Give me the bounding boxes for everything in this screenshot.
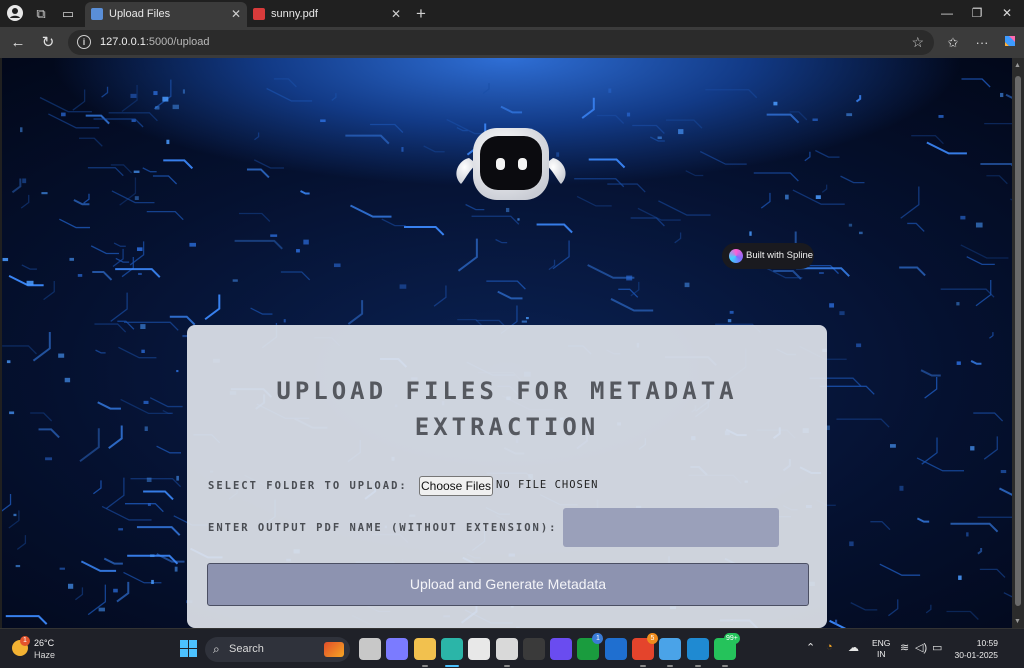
tab-title: Upload Files (109, 8, 171, 20)
pdf-favicon-icon (253, 8, 265, 20)
weather-temp: 26°C (34, 638, 55, 648)
copilot-icon[interactable] (386, 638, 409, 660)
more-menu-icon[interactable]: ··· (972, 33, 992, 53)
choose-files-button[interactable]: Choose Files (419, 476, 493, 496)
pdf-name-input[interactable] (563, 508, 779, 547)
address-bar[interactable]: i 127.0.0.1:5000/upload ☆ (68, 30, 934, 55)
new-tab-icon[interactable]: + (411, 4, 431, 24)
clock-time: 10:59 (976, 638, 998, 648)
running-indicator (444, 665, 459, 667)
running-indicator (640, 665, 646, 667)
running-indicator (667, 665, 674, 667)
microsoft-store-icon[interactable] (468, 638, 491, 660)
page-viewport: Built with Spline UPLOAD FILES FOR METAD… (2, 58, 1012, 628)
select-folder-label: SELECT FOLDER TO UPLOAD: (208, 480, 408, 492)
chatgpt-icon[interactable] (495, 638, 518, 660)
close-tab-icon[interactable]: ✕ (231, 2, 241, 26)
windows-taskbar: 1 26°C Haze ⌕ Search 1 5 99+ ⌃ ◔ ☁ ENG IN … (0, 628, 1024, 668)
show-hidden-icons-icon[interactable]: ⌃ (806, 641, 815, 654)
weather-widget[interactable]: 1 26°C Haze (12, 636, 72, 662)
xbox-icon[interactable]: 1 (577, 633, 604, 660)
favorites-icon[interactable]: ✩ (943, 33, 963, 53)
refresh-icon[interactable]: ↻ (37, 32, 59, 54)
spline-logo-icon (729, 249, 743, 263)
update-icon[interactable]: ◔ (826, 641, 833, 653)
notepad-icon[interactable] (659, 638, 682, 660)
close-tab-icon[interactable]: ✕ (391, 2, 401, 26)
input-language[interactable]: ENG IN (872, 638, 890, 660)
chrome-icon[interactable]: 5 (632, 633, 658, 660)
weather-condition: Haze (34, 650, 56, 660)
notification-badge: 1 (592, 633, 604, 644)
scroll-down-icon[interactable]: ▼ (1014, 618, 1021, 625)
built-with-spline-badge[interactable]: Built with Spline (722, 243, 814, 269)
clock-date: 30-01-2025 (954, 650, 998, 660)
running-indicator (503, 665, 510, 667)
notification-badge: 99+ (724, 633, 740, 644)
profile-icon[interactable] (5, 4, 25, 24)
app-m-icon[interactable] (550, 638, 573, 660)
system-clock[interactable]: 10:59 30-01-2025 (952, 637, 998, 661)
terminal-icon[interactable] (522, 638, 545, 660)
tab-sunny-pdf[interactable]: sunny.pdf ✕ (247, 2, 407, 27)
wifi-icon[interactable]: ≋ (900, 641, 909, 654)
tab-title: sunny.pdf (271, 8, 318, 20)
file-explorer-icon[interactable] (413, 638, 436, 660)
search-icon: ⌕ (213, 642, 220, 656)
upload-generate-button[interactable]: Upload and Generate Metadata (207, 563, 809, 606)
weather-badge: 1 (20, 636, 30, 646)
minimize-icon[interactable]: — (937, 4, 957, 22)
running-indicator (421, 665, 428, 667)
edge-icon[interactable] (440, 638, 463, 660)
site-info-icon[interactable]: i (77, 35, 91, 49)
scroll-up-icon[interactable]: ▲ (1014, 62, 1021, 69)
running-indicator (694, 665, 701, 667)
restore-icon[interactable]: ❐ (967, 4, 987, 22)
page-title: UPLOAD FILES FOR METADATA EXTRACTION (276, 377, 738, 441)
onedrive-icon[interactable]: ☁ (848, 641, 859, 654)
copilot-icon[interactable] (1000, 33, 1020, 53)
tab-actions-icon[interactable]: ▭ (58, 4, 78, 24)
search-highlight-icon (324, 642, 344, 657)
page-scrollbar[interactable]: ▲ ▼ (1012, 58, 1024, 628)
outlook-icon[interactable] (604, 638, 627, 660)
back-icon[interactable]: ← (7, 32, 29, 54)
region-code: IN (876, 649, 886, 659)
windows-start-icon[interactable] (180, 640, 197, 657)
search-placeholder: Search (229, 643, 264, 655)
address-toolbar: ← ↻ i 127.0.0.1:5000/upload ☆ ✩ ··· (0, 27, 1024, 58)
pdf-name-label: ENTER OUTPUT PDF NAME (WITHOUT EXTENSION… (208, 522, 558, 534)
tab-strip: ⧉ ▭ Upload Files ✕ sunny.pdf ✕ + — ❐ ✕ (0, 0, 1024, 27)
task-view-icon[interactable] (359, 638, 381, 660)
url-path: :5000/upload (145, 36, 210, 48)
language-code: ENG (872, 638, 891, 648)
badge-label: Built with Spline (746, 250, 814, 261)
tab-upload-files[interactable]: Upload Files ✕ (85, 2, 247, 27)
notification-badge: 5 (647, 633, 658, 644)
vscode-icon[interactable] (686, 638, 709, 660)
close-window-icon[interactable]: ✕ (997, 4, 1017, 22)
volume-icon[interactable]: ◁) (915, 641, 927, 654)
running-indicator (721, 665, 728, 667)
workspaces-icon[interactable]: ⧉ (31, 4, 51, 24)
no-file-chosen-text: NO FILE CHOSEN (496, 479, 599, 491)
page-favicon-icon (91, 8, 103, 20)
robot-3d-icon[interactable] (447, 124, 575, 214)
taskbar-search[interactable]: ⌕ Search (205, 637, 350, 662)
scrollbar-thumb[interactable] (1015, 76, 1021, 606)
favorite-star-icon[interactable]: ☆ (911, 34, 924, 51)
url-host: 127.0.0.1 (100, 36, 146, 48)
whatsapp-icon[interactable]: 99+ (713, 633, 740, 660)
battery-icon[interactable]: ▭ (932, 641, 942, 654)
upload-card: UPLOAD FILES FOR METADATA EXTRACTION SELE… (187, 325, 827, 628)
